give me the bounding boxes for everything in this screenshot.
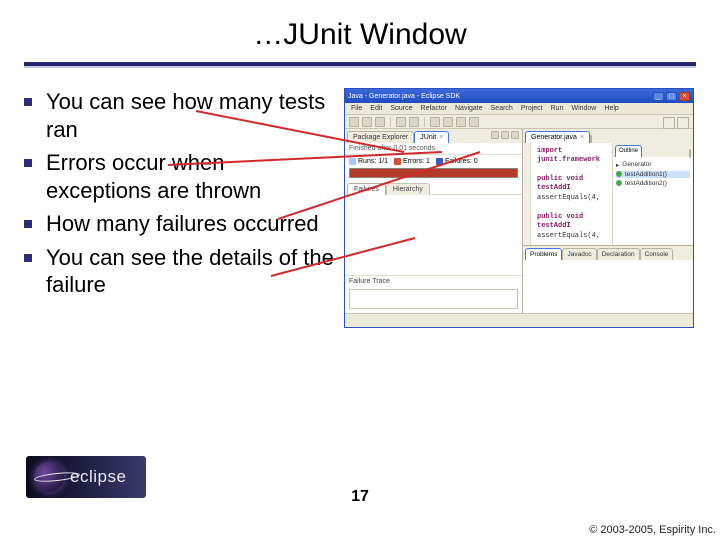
bottom-tabs: Problems Javadoc Declaration Console	[523, 246, 693, 260]
outline-item[interactable]: testAddition1()	[616, 171, 690, 178]
runs-label: Runs:	[358, 158, 376, 165]
window-title: Java - Generator.java - Eclipse SDK	[348, 93, 460, 100]
close-tab-icon[interactable]: ×	[580, 134, 584, 141]
editor-gutter	[523, 143, 531, 245]
junit-progress-bar	[349, 168, 518, 178]
tab-console[interactable]: Console	[640, 248, 674, 260]
junit-counts: Runs: 1/1 Errors: 1 Failures: 0	[345, 155, 522, 168]
bullet-text: You can see the details of the failure	[46, 244, 334, 299]
method-icon	[616, 180, 622, 186]
page-number: 17	[0, 488, 720, 506]
toolbar	[345, 115, 693, 129]
toolbar-icon[interactable]	[396, 117, 406, 127]
errors-value: 1	[426, 158, 430, 165]
editor-pane[interactable]: import junit.framework public void testA…	[523, 143, 613, 245]
list-item: How many failures occurred	[24, 210, 334, 238]
status-bar	[345, 313, 693, 327]
junit-progress-fill	[350, 169, 517, 177]
menu-item[interactable]: Help	[604, 105, 618, 112]
code-line: public void testAddI	[537, 175, 583, 192]
close-tab-icon[interactable]: ×	[439, 134, 443, 141]
menu-item[interactable]: Run	[551, 105, 564, 112]
menu-item[interactable]: Search	[491, 105, 513, 112]
menu-item[interactable]: File	[351, 105, 362, 112]
eclipse-screenshot: Java - Generator.java - Eclipse SDK _ □ …	[344, 88, 694, 328]
tab-javadoc[interactable]: Javadoc	[562, 248, 596, 260]
editor-tabs: Generator.java×	[523, 129, 693, 143]
window-titlebar: Java - Generator.java - Eclipse SDK _ □ …	[345, 89, 693, 103]
bullet-icon	[24, 254, 32, 262]
menu-item[interactable]: Window	[571, 105, 596, 112]
tab-junit[interactable]: JUnit×	[414, 131, 449, 143]
outline-item[interactable]: ▸Generator	[616, 161, 690, 169]
minimize-icon[interactable]: _	[653, 92, 664, 101]
junit-info: Finished after 0.01 seconds	[345, 143, 522, 155]
toolbar-icon[interactable]	[456, 117, 466, 127]
list-item: You can see the details of the failure	[24, 244, 334, 299]
bullet-text: How many failures occurred	[46, 210, 319, 238]
subtab-failures[interactable]: Failures	[347, 183, 386, 195]
bullet-icon	[24, 220, 32, 228]
bullet-icon	[24, 98, 32, 106]
code-line: public void testAddI	[537, 213, 583, 230]
editor-tab-generator[interactable]: Generator.java×	[525, 131, 590, 143]
runs-icon	[349, 158, 356, 165]
menu-item[interactable]: Navigate	[455, 105, 483, 112]
outline-item[interactable]: testAddition2()	[616, 180, 690, 187]
junit-view: Finished after 0.01 seconds Runs: 1/1 Er…	[345, 143, 522, 313]
bullet-text: Errors occur when exceptions are thrown	[46, 149, 334, 204]
toolbar-icon[interactable]	[469, 117, 479, 127]
toolbar-icon[interactable]	[443, 117, 453, 127]
code-line: import junit.framework	[537, 147, 600, 164]
bullet-icon	[24, 159, 32, 167]
bullet-list: You can see how many tests ran Errors oc…	[24, 88, 334, 328]
subtab-hierarchy[interactable]: Hierarchy	[386, 183, 430, 195]
failures-icon	[436, 158, 443, 165]
list-item: Errors occur when exceptions are thrown	[24, 149, 334, 204]
view-menu-icon[interactable]	[689, 149, 691, 158]
rule-light	[24, 66, 696, 68]
left-view-tabs: Package Explorer JUnit×	[345, 129, 522, 143]
close-icon[interactable]: ×	[679, 92, 690, 101]
errors-icon	[394, 158, 401, 165]
method-icon	[616, 171, 622, 177]
toolbar-icon[interactable]	[362, 117, 372, 127]
bullet-text: You can see how many tests ran	[46, 88, 334, 143]
menu-item[interactable]: Edit	[370, 105, 382, 112]
maximize-view-icon[interactable]	[511, 131, 519, 139]
maximize-icon[interactable]: □	[666, 92, 677, 101]
failures-label: Failures:	[445, 158, 472, 165]
perspective-java-icon[interactable]	[677, 117, 689, 129]
failure-trace-box	[349, 289, 518, 309]
errors-label: Errors:	[403, 158, 424, 165]
tab-outline[interactable]: Outline	[615, 145, 642, 157]
toolbar-icon[interactable]	[430, 117, 440, 127]
toolbar-icon[interactable]	[349, 117, 359, 127]
runs-value: 1/1	[378, 158, 388, 165]
menu-item[interactable]: Refactor	[421, 105, 447, 112]
problems-view	[523, 260, 693, 313]
toolbar-icon[interactable]	[409, 117, 419, 127]
code-line: assertEquals(4,	[537, 232, 608, 241]
menu-item[interactable]: Project	[521, 105, 543, 112]
tab-package-explorer[interactable]: Package Explorer	[347, 131, 414, 143]
outline-view: Outline ▸Generator testAddition1() testA…	[613, 143, 693, 245]
minimize-view-icon[interactable]	[501, 131, 509, 139]
failures-value: 0	[474, 158, 478, 165]
logo-text: eclipse	[70, 467, 126, 487]
tab-problems[interactable]: Problems	[525, 248, 562, 260]
tab-declaration[interactable]: Declaration	[597, 248, 640, 260]
code-line: assertEquals(4,	[537, 194, 608, 203]
view-menu-icon[interactable]	[491, 131, 499, 139]
failure-trace-label: Failure Trace	[345, 275, 522, 287]
slide-title: …JUnit Window	[0, 18, 720, 52]
perspective-switcher-icon[interactable]	[663, 117, 675, 129]
toolbar-icon[interactable]	[375, 117, 385, 127]
list-item: You can see how many tests ran	[24, 88, 334, 143]
menu-bar: File Edit Source Refactor Navigate Searc…	[345, 103, 693, 115]
menu-item[interactable]: Source	[390, 105, 412, 112]
copyright: © 2003-2005, Espirity Inc.	[589, 524, 716, 536]
